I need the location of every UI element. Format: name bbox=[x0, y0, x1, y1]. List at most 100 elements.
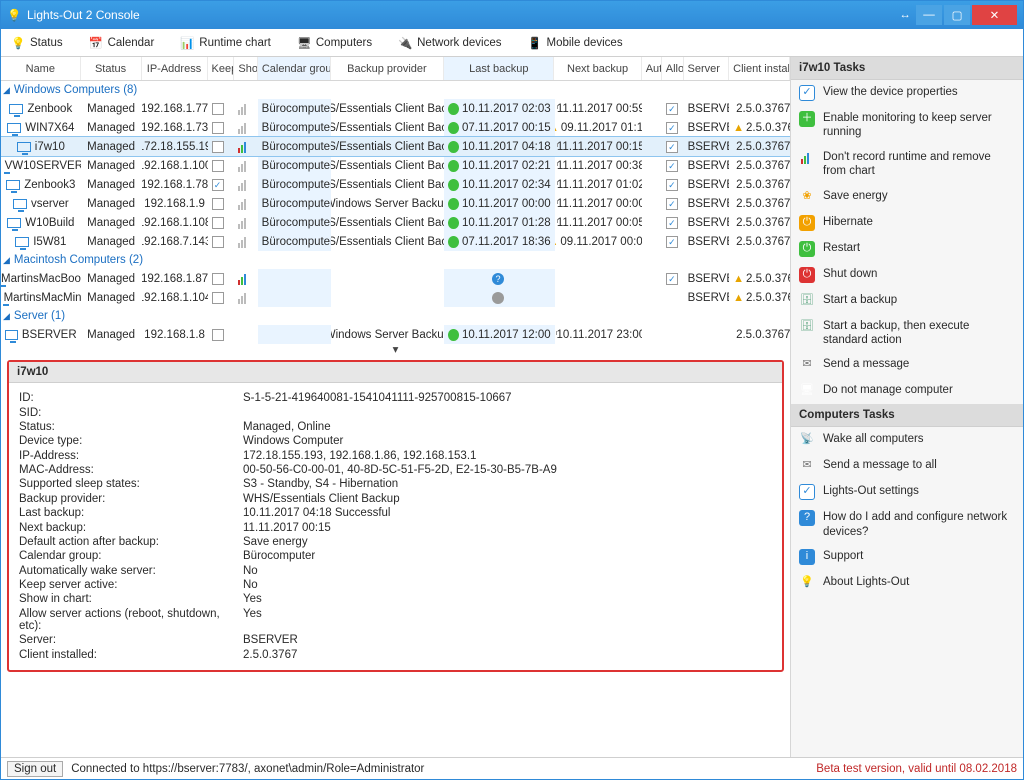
cell-server: BSERVER bbox=[684, 194, 730, 213]
cell-keep[interactable] bbox=[208, 118, 235, 137]
toolbar-calendar[interactable]: 📅Calendar bbox=[85, 34, 159, 52]
cell-allo[interactable] bbox=[662, 137, 684, 156]
group-row[interactable]: ◢Windows Computers (8) bbox=[1, 81, 790, 99]
cell-provider: Windows Server Backup bbox=[331, 325, 445, 344]
cell-allo[interactable] bbox=[662, 232, 684, 251]
splitter-handle[interactable]: ▾ bbox=[1, 344, 790, 354]
col-client-installed[interactable]: Client installe bbox=[729, 57, 790, 80]
col-ip[interactable]: IP-Address bbox=[142, 57, 208, 80]
table-row[interactable]: Zenbook3Managed192.168.1.78BürocomputerW… bbox=[1, 175, 790, 194]
task-send-a-message-to-all[interactable]: ✉Send a message to all bbox=[791, 453, 1023, 479]
task-start-a-backup[interactable]: 🗄Start a backup bbox=[791, 288, 1023, 314]
cell-keep[interactable] bbox=[208, 232, 235, 251]
cell-keep[interactable] bbox=[208, 99, 235, 118]
task-lights-out-settings[interactable]: ✓Lights-Out settings bbox=[791, 479, 1023, 505]
task-save-energy[interactable]: ❀Save energy bbox=[791, 184, 1023, 210]
cell-allo[interactable] bbox=[662, 325, 684, 344]
cell-keep[interactable] bbox=[208, 156, 235, 175]
group-row[interactable]: ◢Server (1) bbox=[1, 307, 790, 325]
minimize-button[interactable]: — bbox=[916, 5, 942, 25]
cell-server: BSERVER bbox=[684, 175, 730, 194]
cell-keep[interactable] bbox=[208, 269, 235, 288]
task-start-a-backup-then-execute-standard-act[interactable]: 🗄Start a backup, then execute standard a… bbox=[791, 314, 1023, 353]
cell-ip: 192.168.1.87 bbox=[142, 269, 208, 288]
task-label: Wake all computers bbox=[823, 432, 924, 446]
toolbar-computers[interactable]: 🖥Computers bbox=[293, 34, 376, 52]
detail-value: 172.18.155.193, 192.168.1.86, 192.168.15… bbox=[243, 450, 772, 462]
col-sho[interactable]: Sho bbox=[234, 57, 257, 80]
collapse-icon: ◢ bbox=[3, 255, 10, 266]
detail-key: Supported sleep states: bbox=[19, 478, 243, 490]
task-send-a-message[interactable]: ✉Send a message bbox=[791, 352, 1023, 378]
task-restart[interactable]: ⏻Restart bbox=[791, 236, 1023, 262]
task-hibernate[interactable]: ⏻Hibernate bbox=[791, 210, 1023, 236]
table-row[interactable]: WIN7X64Managed192.168.1.73BürocomputerWH… bbox=[1, 118, 790, 137]
task-label: Shut down bbox=[823, 267, 877, 281]
col-backup-provider[interactable]: Backup provider bbox=[331, 57, 445, 80]
col-calendar-group[interactable]: Calendar group bbox=[258, 57, 331, 80]
cell-keep[interactable] bbox=[208, 175, 235, 194]
task-shut-down[interactable]: ⏻ Shut down bbox=[791, 262, 1023, 288]
task-about-lights-out[interactable]: 💡About Lights-Out bbox=[791, 570, 1023, 596]
table-row[interactable]: MartinsMacBookManaged192.168.1.87?BSERVE… bbox=[1, 269, 790, 288]
col-name[interactable]: Name bbox=[1, 57, 81, 80]
grid-body[interactable]: ◢Windows Computers (8)ZenbookManaged192.… bbox=[1, 81, 790, 344]
task-view-the-device-properties[interactable]: ✓View the device properties bbox=[791, 80, 1023, 106]
col-last-backup[interactable]: Last backup bbox=[444, 57, 554, 80]
table-row[interactable]: VW10SERVERManaged192.168.1.100Bürocomput… bbox=[1, 156, 790, 175]
task-enable-monitoring-to-keep-server-running[interactable]: ＋Enable monitoring to keep server runnin… bbox=[791, 106, 1023, 145]
table-row[interactable]: I5W81Managed192.168.7.143BürocomputerWHS… bbox=[1, 232, 790, 251]
cell-keep[interactable] bbox=[208, 288, 235, 307]
sys-icon[interactable]: ↔ bbox=[896, 5, 914, 25]
cell-allo[interactable] bbox=[662, 118, 684, 137]
task-how-do-i-add-and-configure-network-devic[interactable]: ?How do I add and configure network devi… bbox=[791, 505, 1023, 544]
toolbar: 💡Status 📅Calendar 📊Runtime chart 🖥Computers… bbox=[1, 29, 1023, 57]
cell-keep[interactable] bbox=[208, 213, 235, 232]
computer-icon bbox=[7, 218, 21, 228]
table-row[interactable]: ZenbookManaged192.168.1.77BürocomputerWH… bbox=[1, 99, 790, 118]
cell-provider bbox=[331, 269, 445, 288]
cell-calendar-group: Bürocomputer bbox=[258, 137, 331, 156]
cell-calendar-group: Bürocomputer bbox=[258, 194, 331, 213]
cell-allo[interactable] bbox=[662, 194, 684, 213]
task-do-not-manage-computer[interactable]: 🖥Do not manage computer bbox=[791, 378, 1023, 404]
cell-keep[interactable] bbox=[208, 137, 235, 156]
col-allo[interactable]: Allo bbox=[662, 57, 684, 80]
cell-next-backup: 11.11.2017 00:59 bbox=[555, 99, 642, 118]
table-row[interactable]: W10BuildManaged192.168.1.108Bürocomputer… bbox=[1, 213, 790, 232]
cell-allo[interactable] bbox=[662, 156, 684, 175]
col-keep[interactable]: Keep bbox=[208, 57, 235, 80]
task-don-t-record-runtime-and-remove-from-cha[interactable]: Don't record runtime and remove from cha… bbox=[791, 145, 1023, 184]
collapse-icon: ◢ bbox=[3, 311, 10, 322]
col-server[interactable]: Server bbox=[684, 57, 730, 80]
toolbar-status[interactable]: 💡Status bbox=[7, 34, 67, 52]
cell-allo[interactable] bbox=[662, 288, 684, 307]
toolbar-network-devices[interactable]: 🔌Network devices bbox=[394, 34, 505, 52]
cell-allo[interactable] bbox=[662, 213, 684, 232]
sign-out-button[interactable]: Sign out bbox=[7, 761, 63, 777]
cell-keep[interactable] bbox=[208, 194, 235, 213]
cell-allo[interactable] bbox=[662, 99, 684, 118]
cell-allo[interactable] bbox=[662, 269, 684, 288]
table-row[interactable]: i7w10Managed172.18.155.19BürocomputerWHS… bbox=[1, 137, 790, 156]
task-support[interactable]: iSupport bbox=[791, 544, 1023, 570]
maximize-button[interactable]: ▢ bbox=[944, 5, 970, 25]
col-status[interactable]: Status bbox=[81, 57, 142, 80]
cell-allo[interactable] bbox=[662, 175, 684, 194]
cell-aut bbox=[642, 137, 662, 156]
cell-keep[interactable] bbox=[208, 325, 235, 344]
detail-key: Calendar group: bbox=[19, 550, 243, 562]
col-aut[interactable]: Aut bbox=[642, 57, 662, 80]
close-button[interactable]: ✕ bbox=[972, 5, 1017, 25]
col-next-backup[interactable]: Next backup bbox=[554, 57, 641, 80]
group-row[interactable]: ◢Macintosh Computers (2) bbox=[1, 251, 790, 269]
cell-last-backup: 10.11.2017 02:03 bbox=[444, 99, 554, 118]
toolbar-runtime-chart[interactable]: 📊Runtime chart bbox=[176, 34, 275, 52]
power-icon: ⏻ bbox=[799, 267, 815, 283]
cell-sho bbox=[234, 156, 257, 175]
task-wake-all-computers[interactable]: 📡Wake all computers bbox=[791, 427, 1023, 453]
cell-server: BSERVER bbox=[684, 156, 730, 175]
table-row[interactable]: vserverManaged192.168.1.9BürocomputerWin… bbox=[1, 194, 790, 213]
table-row[interactable]: MartinsMacMiniManaged192.168.1.104BSERVE… bbox=[1, 288, 790, 307]
toolbar-mobile-devices[interactable]: 📱Mobile devices bbox=[524, 34, 627, 52]
